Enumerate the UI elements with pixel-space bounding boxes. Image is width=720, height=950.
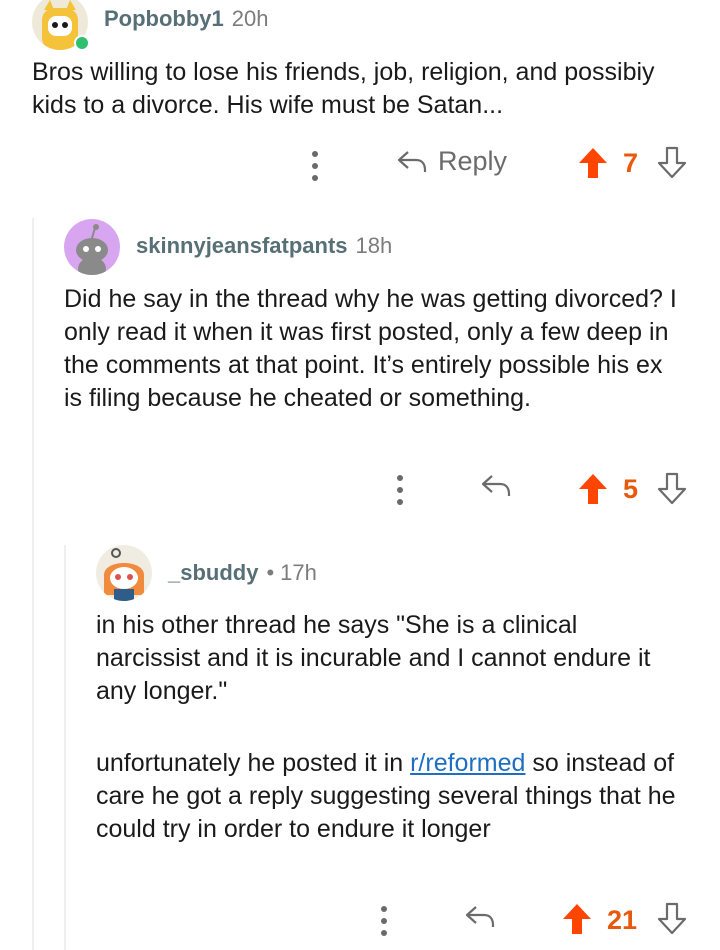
reply-arrow-icon (465, 906, 495, 927)
reply-arrow-icon (397, 150, 427, 172)
downvote-button[interactable] (656, 902, 688, 936)
upvote-button[interactable] (561, 902, 593, 936)
downvote-arrow-icon (657, 472, 687, 505)
more-options-icon-dot (312, 175, 318, 181)
comment-meta: _sbuddy • 17h (168, 560, 317, 586)
more-options-icon-dot (397, 487, 403, 493)
comment-body: in his other thread he says "She is a cl… (96, 609, 686, 846)
comment-text-paragraph-1: in his other thread he says "She is a cl… (96, 611, 651, 705)
more-options-icon (381, 906, 387, 912)
upvote-button[interactable] (577, 472, 609, 506)
reply-button[interactable]: Reply (396, 146, 507, 177)
vote-score: 21 (607, 905, 638, 935)
more-options-icon-dot (312, 163, 318, 169)
reply-arrow-icon (481, 475, 511, 496)
upvote-button[interactable] (577, 146, 609, 180)
comment-text: Bros willing to lose his friends, job, r… (32, 58, 655, 119)
more-options-icon-dot (381, 930, 387, 936)
more-options-button[interactable] (380, 903, 388, 939)
avatar[interactable] (96, 545, 152, 601)
downvote-arrow-icon (657, 902, 687, 935)
more-options-icon-dot (381, 918, 387, 924)
avatar-snoo-icon (104, 548, 144, 601)
username[interactable]: Popbobby1 (104, 6, 224, 32)
avatar-snoo-icon (76, 224, 108, 275)
comment-text-paragraph-2: unfortunately he posted it in r/reformed… (96, 747, 686, 846)
vote-score: 5 (623, 474, 639, 504)
comment-body: Bros willing to lose his friends, job, r… (32, 56, 682, 122)
avatar[interactable] (64, 219, 120, 275)
more-options-icon (397, 475, 403, 481)
timestamp: 17h (280, 560, 317, 585)
more-options-button[interactable] (396, 472, 404, 508)
reply-button[interactable] (480, 472, 512, 500)
comment-meta: skinnyjeansfatpants 18h (136, 233, 392, 259)
comment-body: Did he say in the thread why he was gett… (64, 283, 684, 415)
paragraph-text: unfortunately he posted it in (96, 749, 411, 777)
separator-dot: • (266, 560, 275, 585)
online-status-indicator (74, 35, 90, 51)
more-options-icon-dot (397, 499, 403, 505)
vote-score: 7 (623, 148, 639, 178)
username[interactable]: skinnyjeansfatpants (136, 233, 348, 259)
comment-meta: Popbobby1 20h (104, 6, 269, 32)
more-options-button[interactable] (311, 148, 319, 184)
reply-label: Reply (438, 146, 508, 176)
upvote-arrow-icon (563, 904, 591, 934)
reply-button[interactable] (464, 903, 496, 931)
subreddit-link[interactable]: r/reformed (410, 749, 525, 777)
comment-text: Did he say in the thread why he was gett… (64, 285, 677, 412)
more-options-icon (312, 151, 318, 157)
comment-actions: 5 (0, 466, 720, 510)
thread-line-level-2 (64, 545, 66, 950)
username[interactable]: _sbuddy (168, 560, 258, 586)
upvote-arrow-icon (579, 148, 607, 178)
comment-actions: Reply 7 (0, 142, 720, 186)
timestamp: 20h (231, 6, 269, 31)
upvote-arrow-icon (579, 474, 607, 504)
comment-actions: 21 (0, 897, 720, 941)
downvote-button[interactable] (656, 146, 688, 180)
timestamp: 18h (355, 233, 393, 258)
thread-line-level-1 (32, 218, 34, 950)
downvote-button[interactable] (656, 472, 688, 506)
downvote-arrow-icon (657, 146, 687, 179)
